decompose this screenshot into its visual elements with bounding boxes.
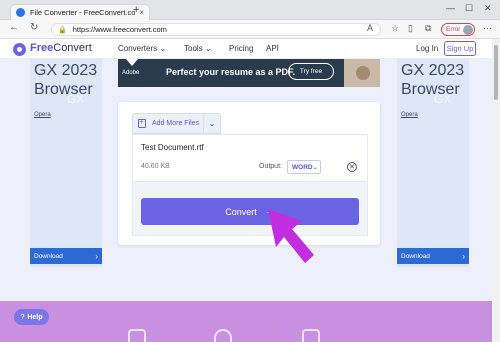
remove-file-icon[interactable]: ✕ <box>347 162 357 172</box>
right-ad[interactable]: GX 2023 Browser GX Opera Download › <box>397 59 469 267</box>
output-label: Output: <box>259 163 282 170</box>
right-ad-title-line1: GX 2023 <box>401 62 465 79</box>
output-format-value: WORD <box>292 163 313 171</box>
adobe-banner-ad[interactable]: Adobe Perfect your resume as a PDF. Try … <box>118 59 380 87</box>
favicon-icon <box>16 8 25 17</box>
output-format-select[interactable]: WORD ⌄ <box>287 160 321 174</box>
avatar <box>463 25 473 35</box>
adobe-logo-icon <box>126 59 138 66</box>
left-ad-watermark: GX <box>67 92 85 106</box>
reload-icon[interactable]: ↻ <box>30 23 38 33</box>
split-screen-icon[interactable]: ▯ <box>408 24 413 33</box>
site-logo[interactable]: FreeConvert <box>30 42 92 54</box>
login-link[interactable]: Log In <box>416 44 438 53</box>
left-ad[interactable]: GX 2023 Browser GX Opera Download › <box>30 59 102 267</box>
cloud-icon <box>214 329 232 342</box>
back-icon[interactable]: ← <box>9 23 19 33</box>
help-label: Help <box>27 313 43 321</box>
banner-try-free-button[interactable]: Try free <box>288 63 334 80</box>
url-field[interactable]: 🔒 https://www.freeconvert.com <box>51 23 381 36</box>
banner-text: Perfect your resume as a PDF. <box>166 67 296 77</box>
right-ad-title: GX 2023 Browser <box>401 61 464 99</box>
help-icon: ? <box>20 313 25 321</box>
freeconvert-logo-icon[interactable] <box>13 43 26 56</box>
pointer-arrow-icon <box>268 209 314 263</box>
convert-button[interactable]: Convert → <box>141 198 359 225</box>
scrollbar-thumb[interactable] <box>494 45 498 100</box>
left-ad-download-label: Download <box>34 252 63 260</box>
banner-photo <box>344 59 380 87</box>
right-ad-download-button[interactable]: Download › <box>397 248 469 264</box>
left-ad-title-line2: Browser <box>34 81 93 98</box>
chevron-right-icon: › <box>95 251 98 261</box>
banner-brand: Adobe <box>122 70 140 76</box>
browser-address-bar: ← ↻ 🔒 https://www.freeconvert.com A ☆ ▯ … <box>0 20 500 39</box>
read-aloud-icon[interactable]: A <box>367 24 373 33</box>
logo-prefix: Free <box>30 42 54 54</box>
right-ad-download-label: Download <box>401 252 430 260</box>
new-tab-icon[interactable]: + <box>133 5 139 16</box>
left-ad-title-line1: GX 2023 <box>34 62 98 79</box>
nav-tools[interactable]: Tools ⌄ <box>184 44 212 53</box>
browser-tab-bar: File Converter - FreeConvert.com × + — ☐… <box>0 0 500 20</box>
file-name: Test Document.rtf <box>141 143 204 152</box>
collections-icon[interactable]: ⧉ <box>425 24 431 33</box>
chevron-right-icon: › <box>462 251 465 261</box>
left-ad-brand[interactable]: Opera <box>34 112 51 118</box>
logo-suffix: Convert <box>53 42 92 54</box>
converter-card: Add More Files ⌄ Test Document.rtf 40.60… <box>118 102 380 245</box>
tab-close-icon[interactable]: × <box>139 8 144 17</box>
shield-icon <box>302 329 320 342</box>
nav-pricing[interactable]: Pricing <box>229 44 253 53</box>
add-file-icon <box>138 117 146 128</box>
maximize-icon[interactable]: ☐ <box>465 4 473 13</box>
right-ad-title-line2: Browser <box>401 81 460 98</box>
signup-button[interactable]: Sign Up <box>444 41 476 56</box>
nav-api[interactable]: API <box>266 44 279 53</box>
file-size: 40.60 KB <box>141 163 170 170</box>
chevron-down-icon[interactable]: ⌄ <box>204 119 220 128</box>
site-header: FreeConvert Converters ⌄ Tools ⌄ Pricing… <box>0 39 492 59</box>
help-button[interactable]: ? Help <box>14 309 49 325</box>
left-ad-download-button[interactable]: Download › <box>30 248 102 264</box>
add-more-files-button[interactable]: Add More Files ⌄ <box>132 113 221 134</box>
profile-error-button[interactable]: Error <box>441 23 475 36</box>
nav-converters[interactable]: Converters ⌄ <box>118 44 166 53</box>
bottom-feature-band <box>0 301 492 342</box>
convert-area: Convert → <box>132 182 368 236</box>
convert-label: Convert <box>225 206 257 217</box>
tab-title: File Converter - FreeConvert.com <box>30 8 136 17</box>
chevron-down-icon: ⌄ <box>312 164 318 171</box>
lock-icon: 🔒 <box>58 26 67 34</box>
browser-menu-icon[interactable]: ··· <box>483 23 492 33</box>
right-ad-brand[interactable]: Opera <box>401 112 418 118</box>
favorite-star-icon[interactable]: ☆ <box>391 24 399 33</box>
browser-tab[interactable]: File Converter - FreeConvert.com × <box>10 4 150 20</box>
add-more-files-label: Add More Files <box>152 120 200 127</box>
document-icon <box>128 329 146 342</box>
right-ad-watermark: GX <box>434 92 452 106</box>
profile-error-label: Error <box>446 26 461 33</box>
left-ad-title: GX 2023 Browser <box>34 61 97 99</box>
minimize-icon[interactable]: — <box>446 4 455 13</box>
close-window-icon[interactable]: ✕ <box>484 4 492 13</box>
url-text: https://www.freeconvert.com <box>72 25 167 34</box>
file-row: Test Document.rtf 40.60 KB Output: WORD … <box>132 134 368 182</box>
